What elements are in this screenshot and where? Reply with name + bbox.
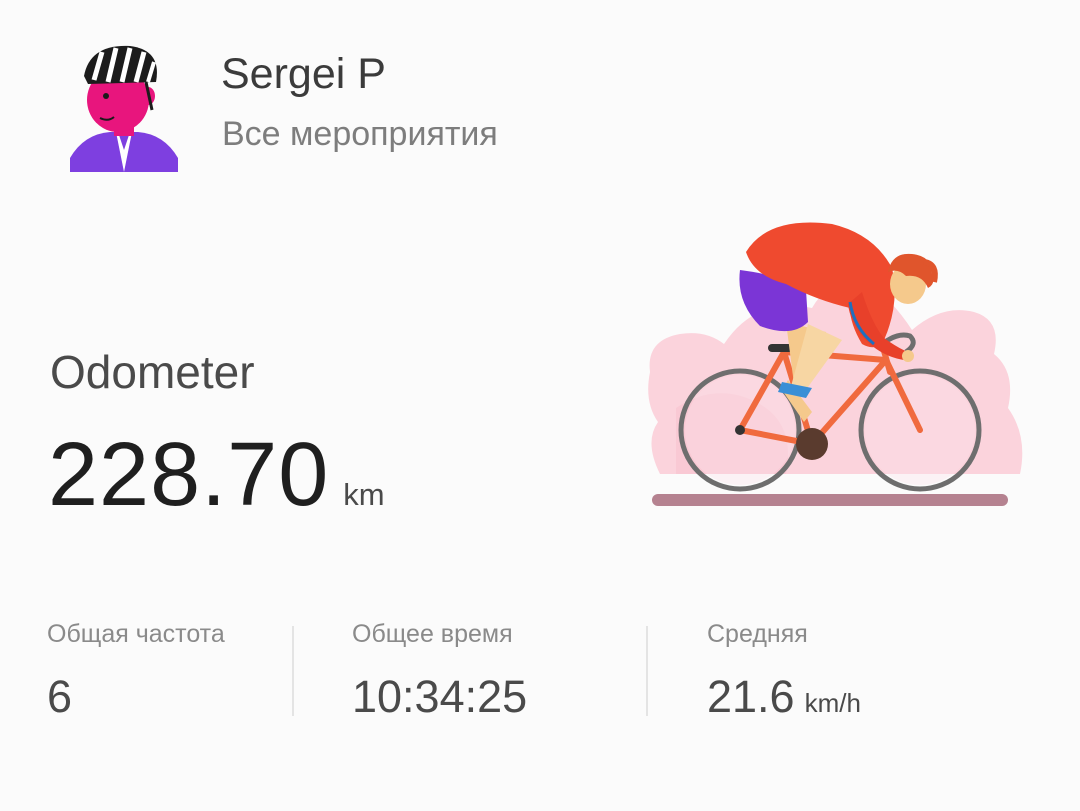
stat-average-speed: Средняя 21.6 km/h bbox=[707, 620, 861, 723]
user-name: Sergei P bbox=[221, 50, 386, 98]
odometer-unit: km bbox=[343, 477, 385, 512]
stat-value: 6 bbox=[47, 671, 73, 722]
stat-value: 10:34:25 bbox=[352, 671, 528, 722]
stat-divider bbox=[646, 626, 648, 716]
activity-filter-label[interactable]: Все мероприятия bbox=[222, 115, 498, 154]
stat-total-time: Общее время 10:34:25 bbox=[352, 620, 527, 723]
stat-label: Средняя bbox=[707, 620, 808, 648]
odometer-value: 228.70 bbox=[48, 425, 330, 525]
stat-value: 21.6 bbox=[707, 671, 795, 722]
cyclist-avatar-icon bbox=[70, 45, 178, 172]
stat-total-frequency: Общая частота 6 bbox=[47, 620, 225, 723]
cyclist-illustration bbox=[636, 212, 1046, 520]
stat-divider bbox=[292, 626, 294, 716]
stat-unit: km/h bbox=[804, 688, 861, 718]
odometer-value-row: 228.70 km bbox=[48, 424, 385, 527]
user-avatar[interactable] bbox=[62, 38, 186, 178]
stat-label: Общая частота bbox=[47, 620, 225, 648]
stat-label: Общее время bbox=[352, 620, 513, 648]
odometer-label: Odometer bbox=[50, 346, 255, 398]
